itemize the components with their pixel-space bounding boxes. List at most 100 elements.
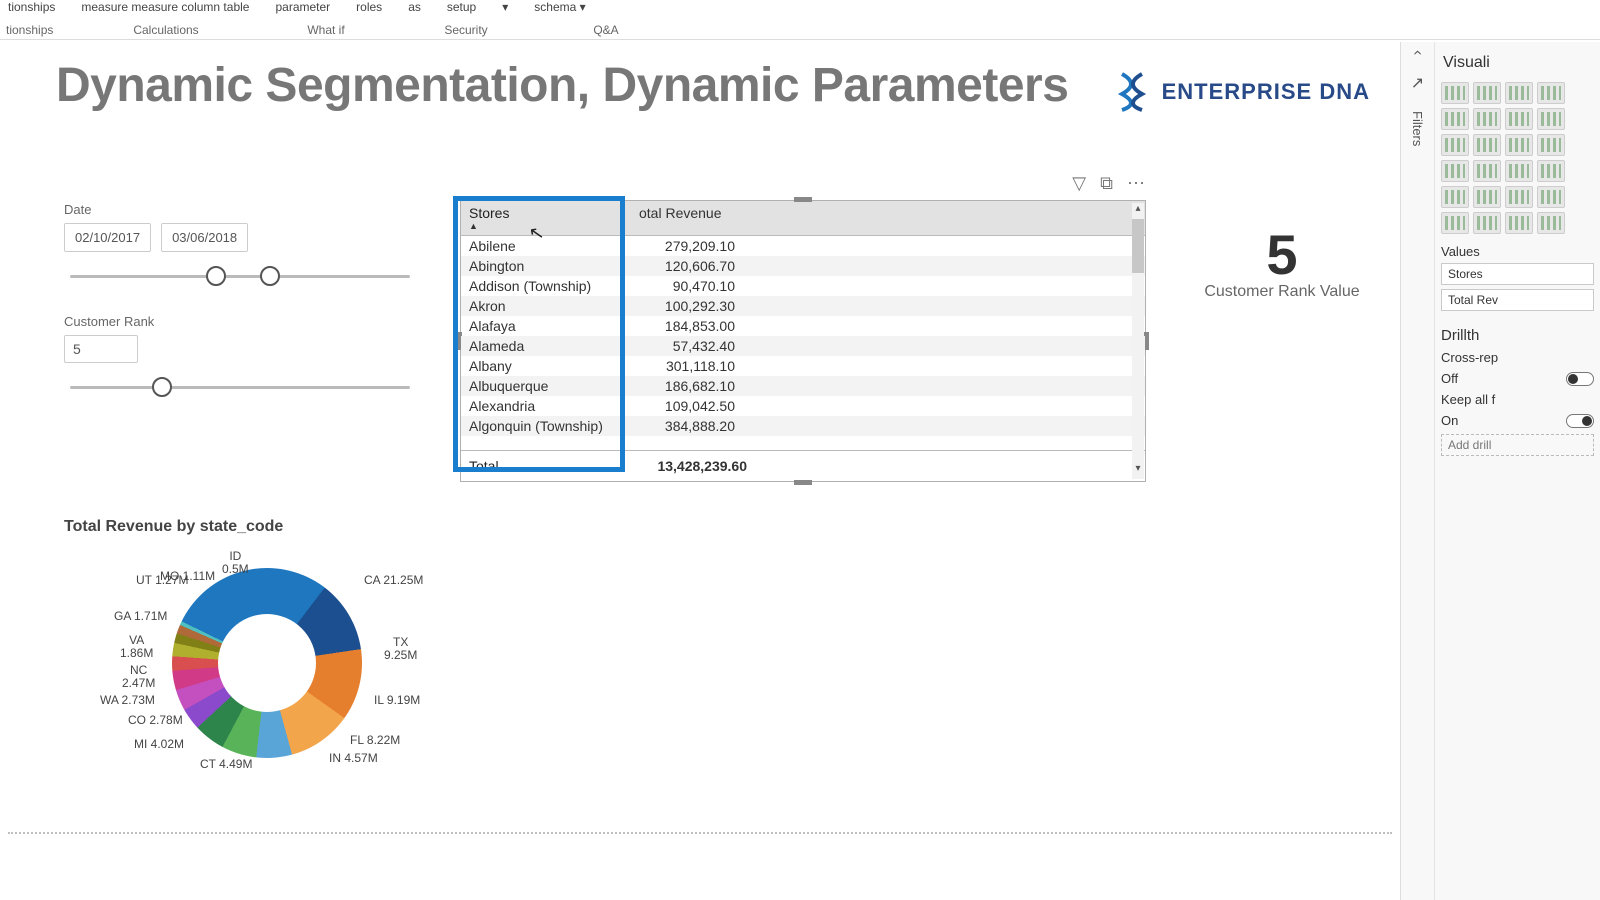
date-slider[interactable]: [70, 266, 410, 286]
ribbon-item[interactable]: parameter: [273, 0, 332, 14]
date-from-input[interactable]: 02/10/2017: [64, 223, 151, 252]
slider-handle-left[interactable]: [206, 266, 226, 286]
date-slicer[interactable]: Date 02/10/2017 03/06/2018: [64, 202, 444, 286]
visualizations-heading: Visuali: [1443, 54, 1594, 72]
viz-type-icon[interactable]: [1441, 160, 1469, 182]
focus-mode-icon[interactable]: ⧉: [1100, 173, 1113, 194]
donut-label: FL 8.22M: [350, 734, 400, 747]
scrollbar[interactable]: [1132, 219, 1144, 463]
table-header[interactable]: Stores ▲ ↖ otal Revenue: [461, 201, 1145, 236]
donut-chart[interactable]: Total Revenue by state_code CA 21.25MTX9…: [64, 518, 564, 792]
viz-type-icon[interactable]: [1473, 186, 1501, 208]
viz-type-icon[interactable]: [1537, 108, 1565, 130]
viz-type-icon[interactable]: [1473, 134, 1501, 156]
viz-type-icon[interactable]: [1441, 186, 1469, 208]
viz-type-icon[interactable]: [1473, 108, 1501, 130]
table-row[interactable]: Abington120,606.70: [461, 256, 1145, 276]
slider-handle-right[interactable]: [260, 266, 280, 286]
ribbon-group-label: Security: [426, 23, 506, 37]
table-row[interactable]: Algonquin (Township)384,888.20: [461, 416, 1145, 436]
donut-label: WA 2.73M: [100, 694, 155, 707]
rank-slider[interactable]: [70, 377, 410, 397]
viz-type-icon[interactable]: [1505, 212, 1533, 234]
cell-store: Abilene: [461, 236, 631, 256]
viz-type-icon[interactable]: [1505, 82, 1533, 104]
viz-type-icon[interactable]: [1537, 134, 1565, 156]
viz-type-icon[interactable]: [1473, 82, 1501, 104]
ribbon-item[interactable]: as: [406, 0, 423, 14]
add-drillthrough-field[interactable]: Add drill: [1441, 434, 1594, 456]
field-pill-stores[interactable]: Stores: [1441, 263, 1594, 285]
viz-type-icon[interactable]: [1537, 160, 1565, 182]
cell-revenue: 90,470.10: [631, 276, 1145, 296]
table-row[interactable]: Alexandria109,042.50: [461, 396, 1145, 416]
resize-handle[interactable]: [794, 197, 812, 202]
table-row[interactable]: Albany301,118.10: [461, 356, 1145, 376]
field-pill-revenue[interactable]: Total Rev: [1441, 289, 1594, 311]
viz-type-icon[interactable]: [1537, 212, 1565, 234]
ribbon-item[interactable]: schema ▾: [532, 0, 587, 14]
resize-handle[interactable]: [794, 480, 812, 485]
viz-type-icon[interactable]: [1505, 160, 1533, 182]
rank-input[interactable]: 5: [64, 335, 138, 363]
ribbon-item[interactable]: setup: [445, 0, 478, 14]
table-row[interactable]: Alameda57,432.40: [461, 336, 1145, 356]
cell-revenue: 100,292.30: [631, 296, 1145, 316]
table-row[interactable]: Albuquerque186,682.10: [461, 376, 1145, 396]
ribbon-dropdown-icon[interactable]: ▾: [500, 0, 510, 14]
filters-tab[interactable]: ↗: [1411, 73, 1424, 93]
viz-type-icon[interactable]: [1441, 134, 1469, 156]
ribbon-item[interactable]: roles: [354, 0, 384, 14]
date-to-input[interactable]: 03/06/2018: [161, 223, 248, 252]
slider-handle[interactable]: [152, 377, 172, 397]
rank-slicer[interactable]: Customer Rank 5: [64, 314, 444, 397]
keep-filters-toggle[interactable]: [1566, 414, 1594, 428]
viz-type-icon[interactable]: [1537, 82, 1565, 104]
table-row[interactable]: Addison (Township)90,470.10: [461, 276, 1145, 296]
cell-revenue: 57,432.40: [631, 336, 1145, 356]
viz-type-icon[interactable]: [1537, 186, 1565, 208]
cell-store: Algonquin (Township): [461, 416, 631, 436]
cell-store: Albany: [461, 356, 631, 376]
table-row[interactable]: Alafaya184,853.00: [461, 316, 1145, 336]
viz-type-icon[interactable]: [1505, 186, 1533, 208]
viz-type-icon[interactable]: [1473, 212, 1501, 234]
table-body[interactable]: Abilene279,209.10Abington120,606.70Addis…: [461, 236, 1145, 450]
scroll-up-icon[interactable]: ▴: [1132, 203, 1144, 219]
ribbon-item[interactable]: tionships: [6, 0, 57, 14]
viz-type-icon[interactable]: [1441, 212, 1469, 234]
ribbon-item[interactable]: measure measure column table: [79, 0, 251, 14]
ribbon-group-label: tionships: [6, 23, 46, 37]
cell-store: Albuquerque: [461, 376, 631, 396]
viz-type-icon[interactable]: [1505, 134, 1533, 156]
visualization-gallery: [1441, 82, 1594, 234]
cell-store: Alafaya: [461, 316, 631, 336]
filter-icon[interactable]: ▽: [1072, 173, 1086, 194]
donut-ring[interactable]: [172, 568, 362, 758]
viz-type-icon[interactable]: [1441, 82, 1469, 104]
scroll-thumb[interactable]: [1132, 219, 1144, 273]
slicer-label: Customer Rank: [64, 314, 444, 329]
collapse-chevron-icon[interactable]: ‹: [1409, 50, 1427, 55]
page-break: [8, 832, 1392, 834]
cross-report-toggle[interactable]: [1566, 372, 1594, 386]
table-row[interactable]: Akron100,292.30: [461, 296, 1145, 316]
table-visual[interactable]: ▽ ⧉ ⋯ Stores ▲ ↖ otal Revenue Abilene279…: [460, 200, 1146, 482]
viz-type-icon[interactable]: [1441, 108, 1469, 130]
viz-type-icon[interactable]: [1505, 108, 1533, 130]
more-options-icon[interactable]: ⋯: [1127, 173, 1145, 194]
donut-label: IN 4.57M: [329, 752, 378, 765]
donut-label: MO 1.11M: [160, 570, 215, 583]
filters-tab-label[interactable]: Filters: [1410, 111, 1425, 146]
off-label: Off: [1441, 371, 1458, 386]
cell-store: Alexandria: [461, 396, 631, 416]
column-header-stores[interactable]: Stores: [469, 205, 509, 221]
report-canvas: Dynamic Segmentation, Dynamic Parameters…: [0, 42, 1400, 900]
column-header-revenue[interactable]: otal Revenue: [631, 201, 1145, 235]
cell-revenue: 184,853.00: [631, 316, 1145, 336]
scroll-down-icon[interactable]: ▾: [1132, 463, 1144, 479]
card-visual[interactable]: 5 Customer Rank Value: [1192, 222, 1372, 301]
table-row[interactable]: Abilene279,209.10: [461, 236, 1145, 256]
viz-type-icon[interactable]: [1473, 160, 1501, 182]
table-footer: Total 13,428,239.60: [461, 450, 1145, 481]
